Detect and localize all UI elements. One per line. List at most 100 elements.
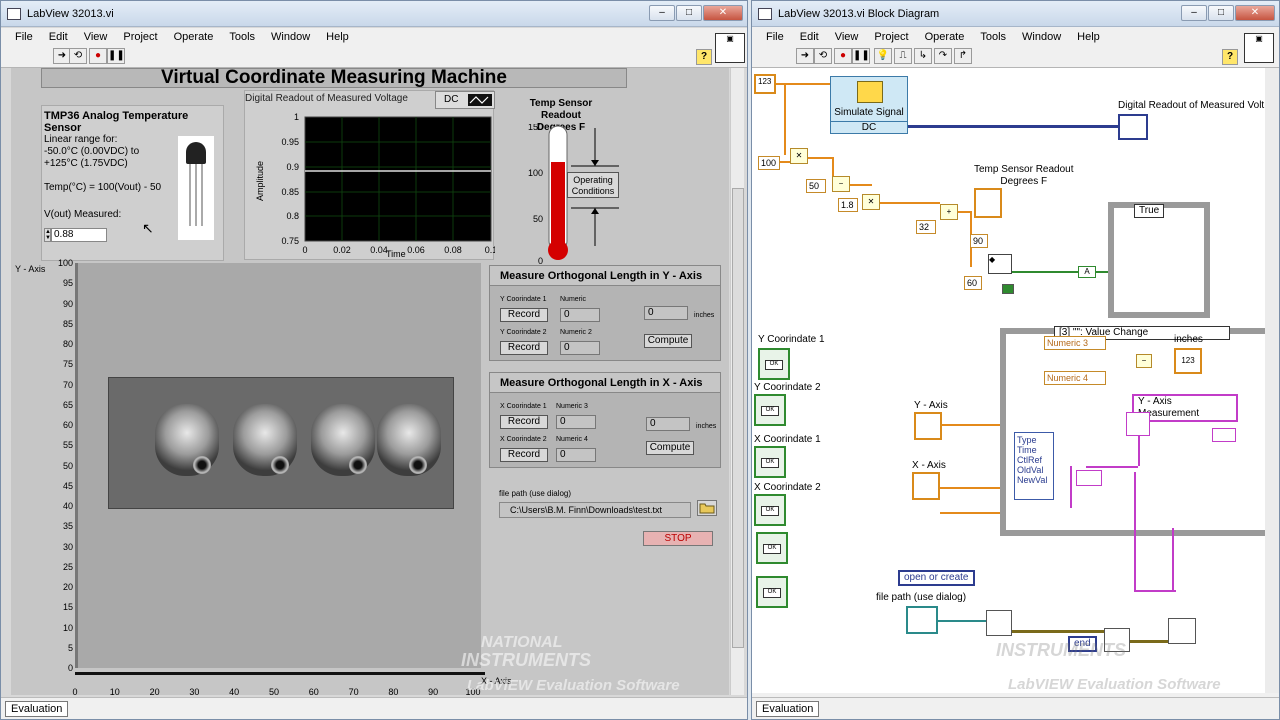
stop-terminal[interactable]: OK <box>756 532 788 564</box>
multiply-node[interactable]: ✕ <box>790 148 808 164</box>
vout-control[interactable]: ▲ ▼ 0.88 <box>44 228 107 242</box>
compute-x-button[interactable]: Compute <box>646 441 694 455</box>
bd-menu-help[interactable]: Help <box>1077 28 1100 46</box>
numeric-x1[interactable]: 0 <box>556 415 596 429</box>
const-90[interactable]: 90 <box>970 234 988 248</box>
numeric-4-terminal[interactable]: Numeric 4 <box>1044 371 1106 385</box>
menu-view[interactable]: View <box>84 28 108 46</box>
y-coord-1-terminal[interactable]: OK <box>758 348 790 380</box>
multiply-node-2[interactable]: ✕ <box>862 194 880 210</box>
const-60[interactable]: 60 <box>964 276 982 290</box>
subtract-node[interactable]: − <box>832 176 850 192</box>
menu-operate[interactable]: Operate <box>174 28 214 46</box>
bd-run-continuously-icon[interactable]: ⟲ <box>814 48 832 64</box>
concatenate-node[interactable] <box>1212 428 1236 442</box>
record-y1-button[interactable]: Record <box>500 308 548 322</box>
y-axis-ticks[interactable]: 100 95 90 85 80 75 70 65 60 55 50 45 40 35 30 25 20 15 10 5… <box>33 258 73 673</box>
and-node[interactable]: A <box>1078 266 1096 278</box>
y-coord-2-terminal[interactable]: OK <box>754 394 786 426</box>
record-x1-button[interactable]: Record <box>500 415 548 429</box>
const-32[interactable]: 32 <box>916 220 936 234</box>
step-out-icon[interactable]: ↱ <box>954 48 972 64</box>
open-or-create-constant[interactable]: open or create <box>898 570 975 586</box>
pause-icon[interactable]: ❚❚ <box>107 48 125 64</box>
bd-minimize-button[interactable]: – <box>1181 5 1207 21</box>
case-selector[interactable]: True <box>1134 204 1165 218</box>
record-x2-button[interactable]: Record <box>500 448 548 462</box>
bd-pause-icon[interactable]: ❚❚ <box>852 48 870 64</box>
bd-scrollbar[interactable] <box>1265 68 1279 693</box>
stop-button[interactable]: STOP <box>643 531 713 546</box>
menu-project[interactable]: Project <box>123 28 157 46</box>
bd-menu-file[interactable]: File <box>766 28 784 46</box>
build-array-node[interactable] <box>1076 470 1102 486</box>
const-100[interactable]: 100 <box>758 156 780 170</box>
vout-stepper[interactable]: ▲ ▼ <box>44 228 51 242</box>
context-help-icon[interactable]: ? <box>696 49 712 65</box>
menu-edit[interactable]: Edit <box>49 28 68 46</box>
add-node[interactable]: + <box>940 204 958 220</box>
x-axis-ticks[interactable]: 0 10 20 30 40 50 60 70 80 90 100 <box>72 672 485 695</box>
highlight-bulb-icon[interactable]: 💡 <box>874 48 892 64</box>
compute-terminal[interactable]: OK <box>756 576 788 608</box>
run-continuously-icon[interactable]: ⟲ <box>69 48 87 64</box>
bd-menu-view[interactable]: View <box>835 28 859 46</box>
case-structure[interactable] <box>1108 202 1210 318</box>
x-coord-1-terminal[interactable]: OK <box>754 446 786 478</box>
bd-close-button[interactable]: ✕ <box>1235 5 1275 21</box>
step-over-icon[interactable]: ↷ <box>934 48 952 64</box>
browse-folder-icon[interactable] <box>697 500 717 516</box>
menu-tools[interactable]: Tools <box>229 28 255 46</box>
event-data-node[interactable]: Type Time CtlRef OldVal NewVal <box>1014 432 1054 500</box>
file-path-terminal[interactable] <box>906 606 938 634</box>
block-diagram-canvas[interactable]: 123 Simulate Signal DC Digital Readout o… <box>752 68 1265 693</box>
const-1-8[interactable]: 1.8 <box>838 198 858 212</box>
minimize-button[interactable]: – <box>649 5 675 21</box>
bd-menu-operate[interactable]: Operate <box>925 28 965 46</box>
in-range-node[interactable]: ◆ <box>988 254 1012 274</box>
menu-help[interactable]: Help <box>326 28 349 46</box>
bd-abort-icon[interactable]: ● <box>834 48 852 64</box>
const-50[interactable]: 50 <box>806 179 826 193</box>
numeric-y1[interactable]: 0 <box>560 308 600 322</box>
bd-menu-window[interactable]: Window <box>1022 28 1061 46</box>
bd-context-help-icon[interactable]: ? <box>1222 49 1238 65</box>
file-path-input[interactable]: C:\Users\B.M. Finn\Downloads\test.txt <box>499 502 691 518</box>
bd-run-arrow-icon[interactable]: ➜ <box>796 48 814 64</box>
bd-maximize-button[interactable]: □ <box>1208 5 1234 21</box>
block-diagram-titlebar[interactable]: LabView 32013.vi Block Diagram – □ ✕ <box>752 1 1279 27</box>
inches-indicator[interactable]: 123 <box>1174 348 1202 374</box>
waveform-graph-terminal[interactable] <box>1118 114 1148 140</box>
x-axis-terminal[interactable] <box>912 472 940 500</box>
retain-wire-icon[interactable]: ⎍ <box>894 48 912 64</box>
step-into-icon[interactable]: ↳ <box>914 48 932 64</box>
menu-window[interactable]: Window <box>271 28 310 46</box>
bd-menu-project[interactable]: Project <box>874 28 908 46</box>
bd-menu-edit[interactable]: Edit <box>800 28 819 46</box>
bool-constant[interactable] <box>1002 284 1014 294</box>
vout-value[interactable]: 0.88 <box>51 228 107 242</box>
bd-menu-tools[interactable]: Tools <box>980 28 1006 46</box>
vout-terminal[interactable]: 123 <box>754 74 776 94</box>
front-panel-scrollbar[interactable] <box>730 68 744 695</box>
menu-file[interactable]: File <box>15 28 33 46</box>
x-coord-2-terminal[interactable]: OK <box>754 494 786 526</box>
record-y2-button[interactable]: Record <box>500 341 548 355</box>
dc-mode-button[interactable]: DC <box>435 91 495 109</box>
numeric-y2[interactable]: 0 <box>560 341 600 355</box>
maximize-button[interactable]: □ <box>676 5 702 21</box>
numeric-3-terminal[interactable]: Numeric 3 <box>1044 336 1106 350</box>
simulate-signal-vi[interactable]: Simulate Signal DC <box>830 76 908 134</box>
thermometer-terminal[interactable] <box>974 188 1002 218</box>
abort-icon[interactable]: ● <box>89 48 107 64</box>
format-string-node[interactable] <box>1126 412 1150 436</box>
front-panel-titlebar[interactable]: LabView 32013.vi – □ ✕ <box>1 1 747 27</box>
numeric-x2[interactable]: 0 <box>556 448 596 462</box>
write-file-node[interactable] <box>1168 618 1196 644</box>
y-axis-terminal[interactable] <box>914 412 942 440</box>
compute-y-button[interactable]: Compute <box>644 334 692 348</box>
open-file-node[interactable] <box>986 610 1012 636</box>
close-button[interactable]: ✕ <box>703 5 743 21</box>
subtract-node-2[interactable]: − <box>1136 354 1152 368</box>
engine-image-area[interactable] <box>75 263 481 668</box>
